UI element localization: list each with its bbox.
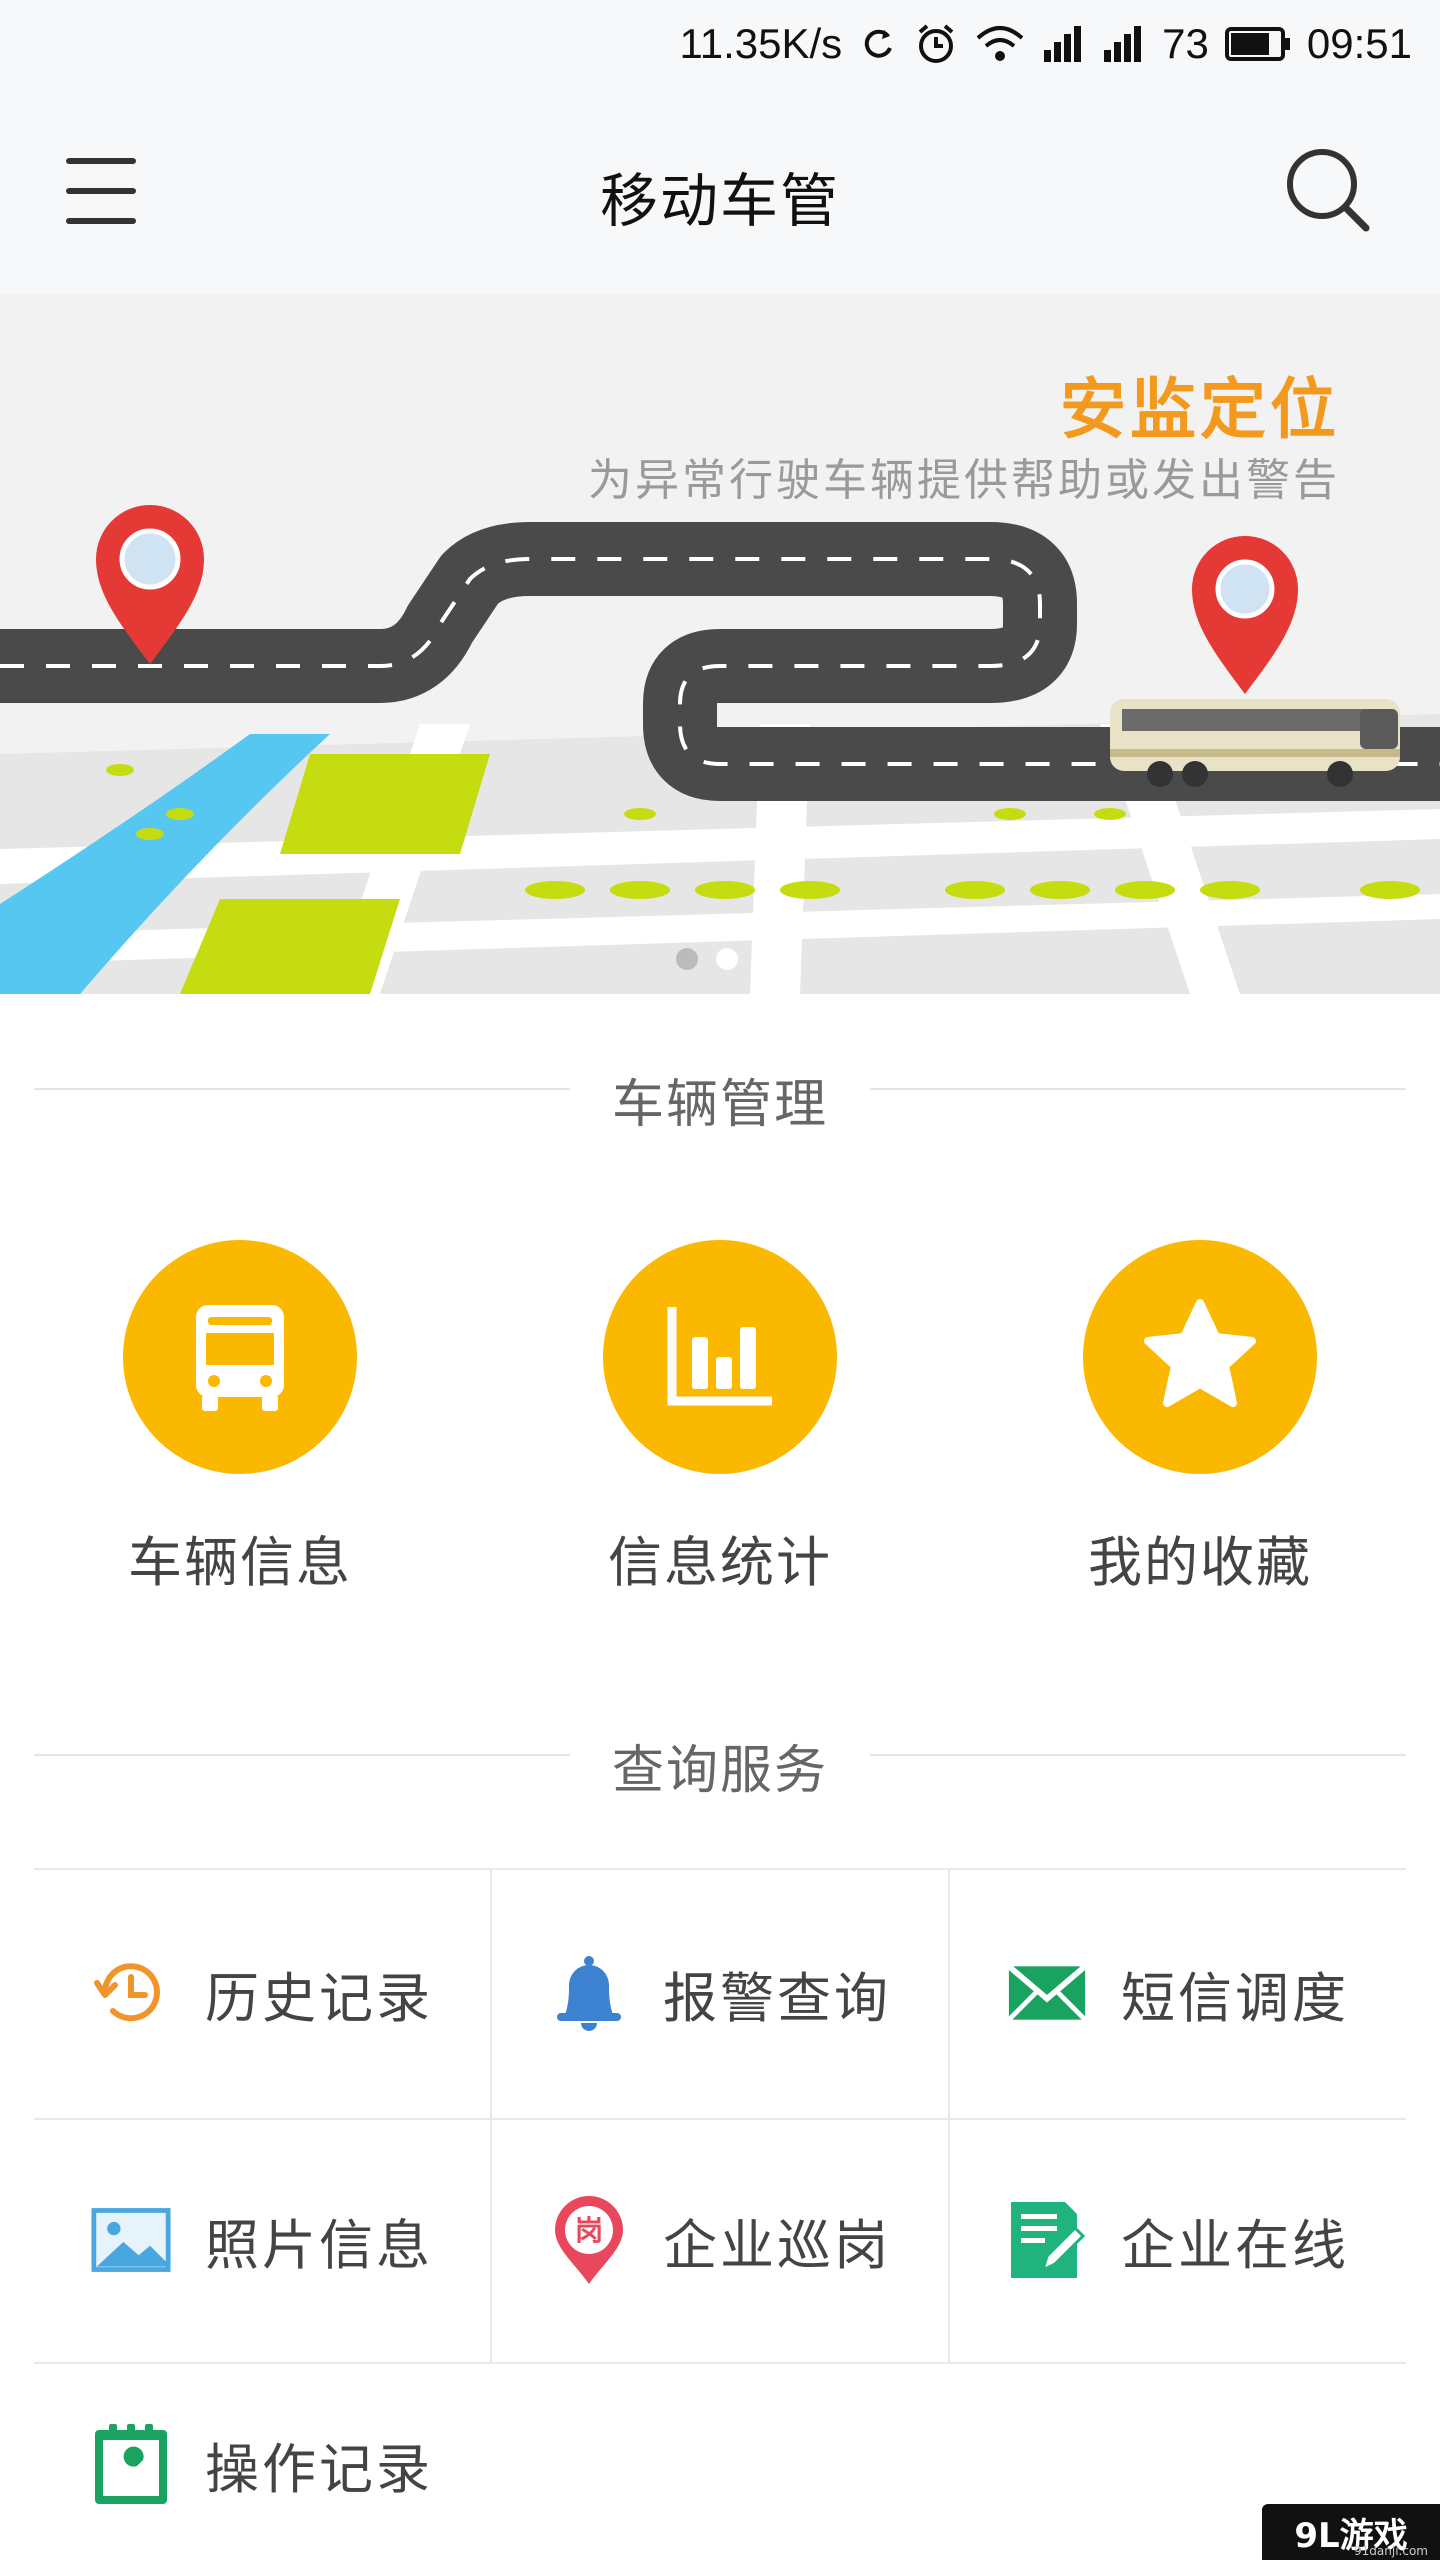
photo-info-button[interactable]: 照片信息: [34, 2120, 490, 2360]
pin-icon-text: 岗: [575, 2214, 603, 2247]
vehicle-info-button[interactable]: 车辆信息: [40, 1240, 440, 1597]
battery-icon: [1224, 26, 1291, 62]
photo-info-label: 照片信息: [205, 2213, 433, 2277]
title-bar: 移动车管: [0, 88, 1440, 294]
bar-chart-icon: [603, 1240, 837, 1474]
section-header-query-services: 查询服务: [34, 1720, 1406, 1801]
section-title: 车辆管理: [611, 1075, 828, 1135]
history-record-button[interactable]: 历史记录: [34, 1870, 490, 2116]
banner-subtitle: 为异常行驶车辆提供帮助或发出警告: [588, 455, 1340, 506]
divider: [870, 1088, 1406, 1090]
info-statistics-label: 信息统计: [608, 1531, 832, 1594]
alarm-query-label: 报警查询: [663, 1966, 891, 2030]
operation-record-label: 操作记录: [205, 2437, 433, 2501]
my-favorites-button[interactable]: 我的收藏: [1000, 1240, 1400, 1597]
page-title: 移动车管: [599, 167, 840, 235]
sync-icon: [858, 24, 898, 64]
star-icon: [1083, 1240, 1317, 1474]
battery-level: 73: [1162, 20, 1209, 67]
search-icon[interactable]: [1284, 146, 1374, 236]
history-icon: [91, 1953, 171, 2033]
wifi-icon: [974, 24, 1026, 64]
sms-dispatch-label: 短信调度: [1121, 1966, 1349, 2030]
location-pin-icon: 岗: [549, 2196, 629, 2284]
status-bar: 11.35K/s 73 09:51: [0, 0, 1440, 88]
divider: [870, 1754, 1406, 1756]
carousel-dot[interactable]: [716, 948, 738, 970]
edit-document-icon: [1007, 2200, 1087, 2280]
carousel-indicator: [676, 948, 778, 970]
enterprise-patrol-label: 企业巡岗: [663, 2213, 891, 2277]
sms-dispatch-button[interactable]: 短信调度: [950, 1870, 1406, 2116]
alarm-clock-icon: [914, 22, 958, 66]
banner-carousel[interactable]: 安监定位 为异常行驶车辆提供帮助或发出警告: [0, 294, 1440, 994]
photo-icon: [91, 2200, 171, 2280]
banner-title: 安监定位: [1060, 371, 1340, 448]
clock-time: 09:51: [1306, 20, 1412, 67]
section-header-vehicle-management: 车辆管理: [34, 1054, 1406, 1135]
site-watermark-logo: 9L游戏 91danji.com: [1262, 2504, 1440, 2560]
section-title: 查询服务: [611, 1741, 828, 1801]
wrench-clipboard-icon: [91, 2424, 171, 2504]
enterprise-online-button[interactable]: 企业在线: [950, 2120, 1406, 2360]
alarm-query-button[interactable]: 报警查询: [492, 1870, 948, 2116]
network-speed: 11.35K/s: [679, 20, 843, 67]
carousel-dot[interactable]: [756, 948, 778, 970]
history-record-label: 历史记录: [205, 1966, 433, 2030]
enterprise-patrol-button[interactable]: 岗 企业巡岗: [492, 2120, 948, 2360]
signal-icon: [1042, 24, 1086, 64]
my-favorites-label: 我的收藏: [1088, 1531, 1312, 1594]
watermark-url: 91danji.com: [1354, 2544, 1428, 2558]
vehicle-info-label: 车辆信息: [128, 1531, 352, 1594]
bell-icon: [549, 1953, 629, 2033]
info-statistics-button[interactable]: 信息统计: [520, 1240, 920, 1597]
bus-icon: [123, 1240, 357, 1474]
operation-record-button[interactable]: 操作记录: [34, 2364, 490, 2564]
enterprise-online-label: 企业在线: [1121, 2213, 1349, 2277]
signal-icon-2: [1102, 24, 1146, 64]
carousel-dot[interactable]: [676, 948, 698, 970]
envelope-icon: [1007, 1953, 1087, 2033]
